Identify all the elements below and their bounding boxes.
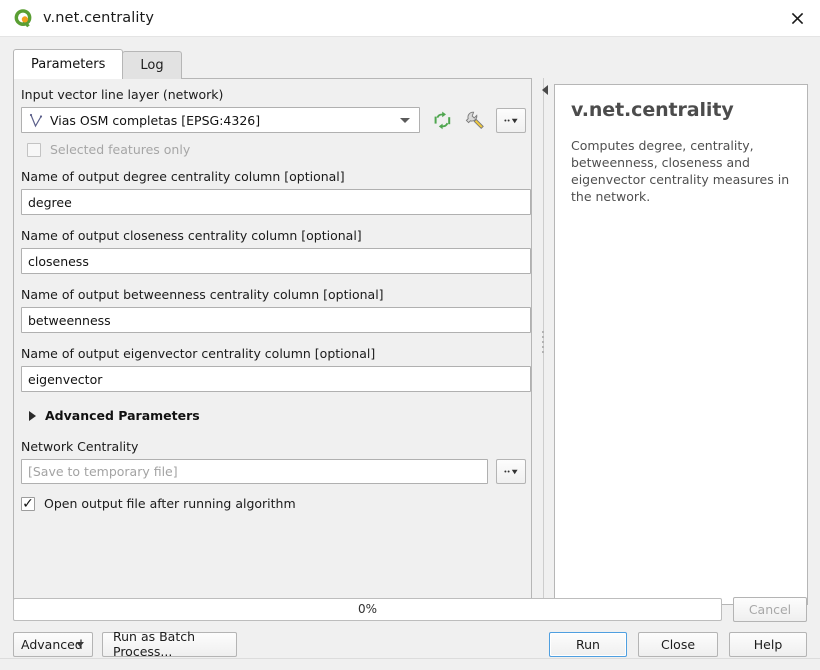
- output-path-placeholder: [Save to temporary file]: [28, 464, 178, 479]
- advanced-parameters-toggle[interactable]: Advanced Parameters: [29, 408, 526, 423]
- betweenness-label: Name of output betweenness centrality co…: [21, 287, 384, 302]
- output-path-input[interactable]: [Save to temporary file]: [21, 459, 488, 484]
- window-title: v.net.centrality: [43, 10, 155, 26]
- title-bar: v.net.centrality: [0, 0, 820, 36]
- cancel-button-label: Cancel: [748, 601, 792, 617]
- input-layer-value: Vias OSM completas [EPSG:4326]: [50, 112, 261, 128]
- chevron-down-icon: [76, 642, 84, 647]
- eigenvector-label: Name of output eigenvector centrality co…: [21, 346, 376, 361]
- degree-label: Name of output degree centrality column …: [21, 169, 345, 184]
- parameters-content: Input vector line layer (network) Vias O…: [21, 87, 531, 523]
- progress-row: 0% Cancel: [13, 596, 807, 622]
- window-bottom-edge: [0, 658, 820, 670]
- open-output-label: Open output file after running algorithm: [44, 496, 296, 511]
- closeness-value: closeness: [28, 253, 89, 269]
- run-button-label: Run: [576, 636, 600, 652]
- help-title: v.net.centrality: [571, 99, 734, 121]
- degree-input[interactable]: degree: [21, 189, 531, 215]
- collapse-panel-icon[interactable]: [539, 83, 551, 97]
- output-label: Network Centrality: [21, 439, 139, 454]
- line-layer-icon: [28, 112, 45, 129]
- run-as-batch-label: Run as Batch Process...: [113, 629, 196, 659]
- iterate-over-features-icon[interactable]: [430, 107, 454, 133]
- tab-log-label: Log: [140, 58, 164, 73]
- eigenvector-input[interactable]: eigenvector: [21, 366, 531, 392]
- check-icon: ✓: [22, 495, 34, 512]
- advanced-button-label: Advanced: [21, 636, 83, 652]
- help-button-label: Help: [753, 636, 783, 652]
- qgis-logo-icon: [12, 7, 34, 29]
- closeness-field: Name of output closeness centrality colu…: [21, 228, 531, 274]
- open-output-row: ✓ Open output file after running algorit…: [21, 496, 526, 511]
- input-layer-label: Input vector line layer (network): [21, 87, 224, 102]
- tab-log[interactable]: Log: [122, 51, 182, 79]
- input-layer-options-button[interactable]: [496, 107, 526, 133]
- betweenness-value: betweenness: [28, 312, 111, 328]
- close-button[interactable]: Close: [638, 631, 718, 657]
- wrench-icon[interactable]: [462, 107, 488, 133]
- degree-value: degree: [28, 194, 72, 210]
- closeness-input[interactable]: closeness: [21, 248, 531, 274]
- betweenness-field: Name of output betweenness centrality co…: [21, 287, 531, 333]
- help-description: Computes degree, centrality, betweenness…: [571, 138, 790, 204]
- run-as-batch-button[interactable]: Run as Batch Process...: [102, 629, 237, 659]
- eigenvector-value: eigenvector: [28, 371, 103, 387]
- open-output-checkbox[interactable]: ✓: [21, 495, 35, 512]
- output-row: [Save to temporary file]: [21, 459, 526, 484]
- close-icon[interactable]: [774, 0, 820, 36]
- closeness-label: Name of output closeness centrality colu…: [21, 228, 362, 243]
- degree-field: Name of output degree centrality column …: [21, 169, 531, 215]
- algorithm-help-panel: v.net.centrality Computes degree, centra…: [554, 84, 808, 605]
- output-browse-button[interactable]: [496, 459, 526, 484]
- chevron-down-icon: [400, 118, 410, 123]
- selected-features-only-row: Selected features only: [27, 142, 526, 157]
- tab-parameters-label: Parameters: [31, 57, 106, 72]
- input-layer-row: Vias OSM completas [EPSG:4326]: [21, 107, 526, 133]
- betweenness-input[interactable]: betweenness: [21, 307, 531, 333]
- run-button[interactable]: Run: [549, 631, 627, 657]
- selected-features-only-label: Selected features only: [50, 142, 191, 157]
- eigenvector-field: Name of output eigenvector centrality co…: [21, 346, 531, 392]
- chevron-left-icon: [542, 85, 548, 95]
- panel-splitter[interactable]: [537, 78, 549, 605]
- progress-bar: 0%: [13, 597, 722, 621]
- chevron-right-icon: [29, 410, 36, 421]
- tab-bar: Parameters Log: [13, 49, 182, 79]
- tab-parameters[interactable]: Parameters: [13, 49, 124, 79]
- dialog-body: Parameters Log Input vector line layer (…: [0, 37, 820, 669]
- progress-text: 0%: [357, 602, 378, 616]
- help-button[interactable]: Help: [729, 631, 807, 657]
- cancel-button[interactable]: Cancel: [733, 596, 807, 622]
- footer-button-row: Advanced Run as Batch Process... Run Clo…: [13, 629, 807, 659]
- parameters-panel: Input vector line layer (network) Vias O…: [13, 78, 532, 605]
- advanced-parameters-label: Advanced Parameters: [45, 408, 200, 423]
- splitter-grip-icon: [542, 330, 544, 353]
- close-button-label: Close: [660, 636, 696, 652]
- selected-features-only-checkbox: [27, 142, 41, 157]
- advanced-button[interactable]: Advanced: [13, 631, 93, 657]
- input-layer-combobox[interactable]: Vias OSM completas [EPSG:4326]: [21, 107, 420, 133]
